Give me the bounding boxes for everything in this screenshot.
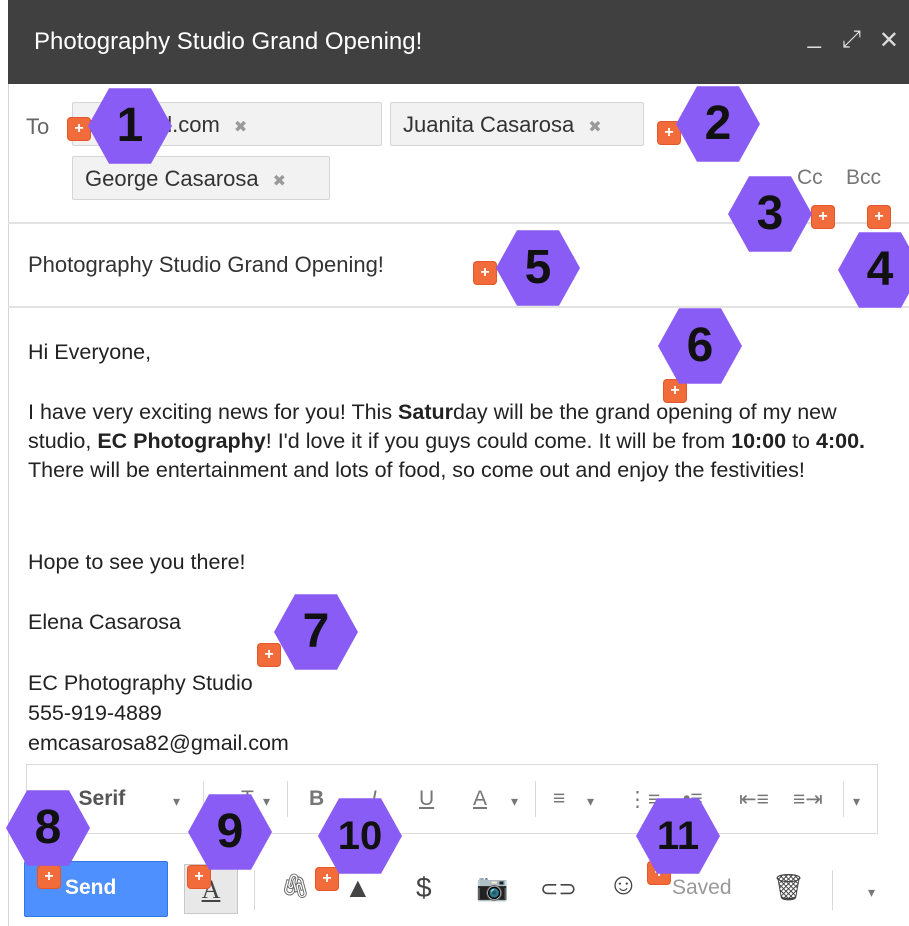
annotation-marker: + — [68, 118, 90, 140]
separator — [832, 870, 833, 910]
expand-icon[interactable]: ⤢ — [842, 26, 861, 54]
bold-text: 4:00. — [816, 429, 866, 453]
signature-name[interactable]: Elena Casarosa — [28, 608, 888, 637]
camera-icon[interactable]: 📷 — [476, 872, 508, 903]
subject-field[interactable]: Photography Studio Grand Opening! — [28, 252, 384, 278]
window-title: Photography Studio Grand Opening! — [34, 28, 423, 55]
color-caret-icon[interactable]: ▾ — [511, 793, 518, 810]
bold-text: Satur — [398, 400, 454, 424]
paperclip-icon[interactable]: 🖇 — [280, 872, 310, 901]
text-color-button[interactable]: A — [473, 787, 487, 811]
compose-title-bar: Photography Studio Grand Opening! _ ⤢ ✕ — [8, 0, 909, 84]
indent-more-icon[interactable]: ≡⇥ — [793, 787, 823, 812]
separator — [254, 870, 255, 910]
align-icon[interactable]: ≡ — [553, 787, 565, 811]
align-caret-icon[interactable]: ▾ — [587, 793, 594, 810]
annotation-marker: + — [38, 866, 60, 888]
more-formatting-icon[interactable]: ▾ — [853, 793, 860, 810]
bold-button[interactable]: B — [309, 787, 324, 811]
trash-icon[interactable]: 🗑 — [772, 872, 805, 903]
annotation-marker: + — [868, 206, 890, 228]
recipient-chip-label: George Casarosa — [85, 166, 259, 191]
bcc-link[interactable]: Bcc — [846, 166, 881, 190]
to-label[interactable]: To — [26, 114, 49, 140]
separator — [535, 781, 536, 817]
message-closing[interactable]: Hope to see you there! — [28, 548, 888, 577]
bold-text: 10:00 — [731, 429, 787, 453]
remove-recipient-icon[interactable]: ✖ — [273, 173, 286, 190]
message-text: ! I'd love it if you guys could come. It… — [265, 429, 732, 453]
annotation-marker: + — [316, 868, 338, 890]
recipient-chip-label: Juanita Casarosa — [403, 112, 575, 137]
signature-email: emcasarosa82@gmail.com — [28, 731, 289, 755]
money-icon[interactable]: $ — [416, 872, 432, 904]
remove-recipient-icon[interactable]: ✖ — [234, 119, 247, 136]
bold-text: EC Photography — [97, 429, 266, 453]
underline-button[interactable]: U — [419, 787, 434, 811]
annotation-marker: + — [812, 206, 834, 228]
message-text: to — [786, 429, 816, 453]
signature-studio: EC Photography Studio — [28, 671, 253, 695]
cc-link[interactable]: Cc — [797, 166, 823, 190]
indent-less-icon[interactable]: ⇤≡ — [739, 787, 769, 812]
message-text: I have very exciting news for you! This — [28, 400, 399, 424]
drive-icon[interactable]: ▲ — [344, 872, 372, 904]
message-greeting[interactable]: Hi Everyone, — [28, 338, 888, 367]
remove-recipient-icon[interactable]: ✖ — [588, 119, 601, 136]
recipient-chip[interactable]: Juanita Casarosa ✖ — [390, 102, 644, 146]
annotation-marker: + — [258, 644, 280, 666]
saved-status: Saved — [672, 876, 732, 899]
minimize-icon[interactable]: _ — [808, 22, 821, 50]
annotation-marker: + — [188, 866, 210, 888]
emoji-icon[interactable]: ☺ — [608, 868, 639, 902]
separator — [843, 781, 844, 817]
message-paragraph[interactable]: I have very exciting news for you! This … — [28, 398, 888, 485]
annotation-marker: + — [474, 262, 496, 284]
font-caret-icon[interactable]: ▾ — [173, 793, 180, 810]
separator — [287, 781, 288, 817]
link-icon[interactable]: ⊂⊃ — [540, 876, 577, 902]
more-options-icon[interactable]: ▾ — [868, 884, 875, 901]
signature-block[interactable]: EC Photography Studio 555-919-4889 emcas… — [28, 668, 888, 758]
divider — [8, 306, 909, 308]
close-icon[interactable]: ✕ — [879, 26, 899, 55]
formatting-toolbar: s Serif ▾ T ▾ B I U A ▾ ≡ ▾ ⋮≡ •≡ ⇤≡ ≡⇥ … — [26, 764, 878, 834]
signature-phone: 555-919-4889 — [28, 701, 162, 725]
message-text: There will be entertainment and lots of … — [28, 458, 805, 482]
size-caret-icon[interactable]: ▾ — [263, 793, 270, 810]
annotation-marker: + — [658, 122, 680, 144]
